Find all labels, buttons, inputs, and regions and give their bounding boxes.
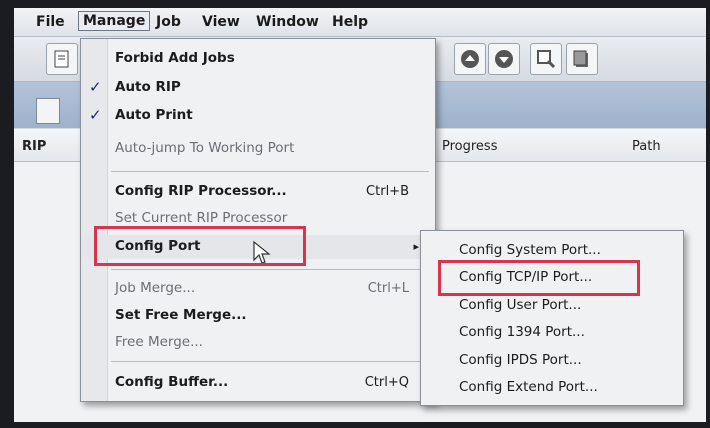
menu-item-job-merge[interactable]: Job Merge... Ctrl+L [81,277,435,301]
shortcut-label: Ctrl+L [367,281,409,296]
menu-item-set-free-merge[interactable]: Set Free Merge... [81,304,435,328]
menu-separator [111,361,429,362]
menu-item-config-rip-processor[interactable]: Config RIP Processor... Ctrl+B [81,180,435,204]
preview-button[interactable] [530,43,562,75]
menu-separator [111,269,429,270]
menu-view[interactable]: View [198,13,244,31]
config-port-submenu: Config System Port... Config TCP/IP Port… [420,230,684,406]
menu-manage[interactable]: Manage [78,11,151,31]
menu-item-auto-rip[interactable]: ✓ Auto RIP [81,76,435,100]
document-icon [54,50,69,68]
menu-window[interactable]: Window [252,13,323,31]
submenu-item-config-ipds-port[interactable]: Config IPDS Port... [421,349,683,373]
job-list-tab-icon[interactable] [36,98,60,124]
menu-item-auto-print[interactable]: ✓ Auto Print [81,104,435,128]
annotation-box-config-tcpip-port [438,260,640,296]
menu-item-free-merge[interactable]: Free Merge... [81,331,435,355]
print-queue-button[interactable] [46,43,78,75]
submenu-item-config-extend-port[interactable]: Config Extend Port... [421,376,683,400]
menu-help[interactable]: Help [328,13,372,31]
submenu-item-config-user-port[interactable]: Config User Port... [421,294,683,318]
submenu-arrow-icon: ▸ [413,240,419,253]
menu-separator [111,171,429,172]
menu-job[interactable]: Job [152,13,185,31]
arrow-down-circle-icon [495,50,513,68]
app-window: File Manage Job View Window Help RIP Pro… [14,8,706,422]
magnifier-icon [537,50,556,69]
menu-item-auto-jump[interactable]: Auto-jump To Working Port [81,137,435,161]
column-path[interactable]: Path [632,139,661,154]
properties-button[interactable] [566,43,598,75]
column-progress[interactable]: Progress [442,139,497,154]
menu-bar: File Manage Job View Window Help [14,8,706,37]
move-down-button[interactable] [488,43,520,75]
manage-menu: Forbid Add Jobs ✓ Auto RIP ✓ Auto Print … [80,38,436,402]
annotation-box-config-port [94,226,306,266]
column-rip[interactable]: RIP [22,139,46,154]
move-up-button[interactable] [454,43,486,75]
notepad-icon [573,50,588,67]
shortcut-label: Ctrl+Q [364,375,409,390]
menu-item-config-buffer[interactable]: Config Buffer... Ctrl+Q [81,371,435,395]
shortcut-label: Ctrl+B [366,184,409,199]
checkmark-icon: ✓ [89,106,102,124]
arrow-up-circle-icon [461,50,479,68]
menu-item-forbid-add-jobs[interactable]: Forbid Add Jobs [81,47,435,71]
menu-file[interactable]: File [32,13,69,31]
checkmark-icon: ✓ [89,78,102,96]
submenu-item-config-1394-port[interactable]: Config 1394 Port... [421,321,683,345]
